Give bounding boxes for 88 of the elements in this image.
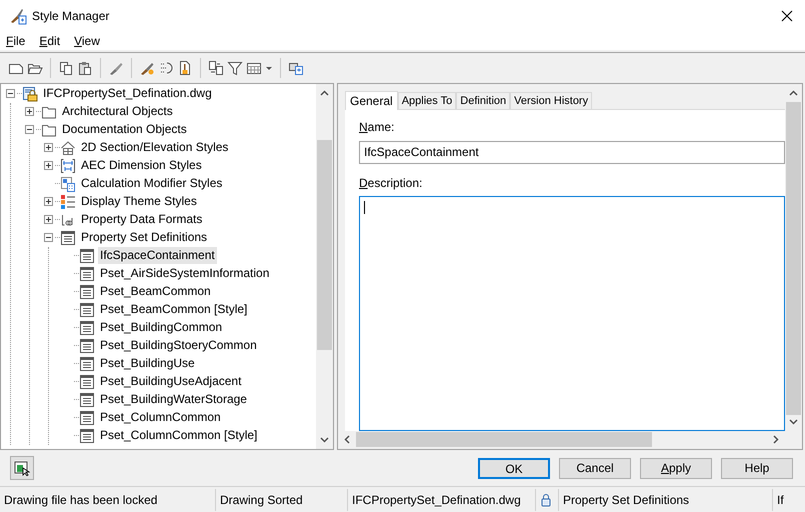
drawing-lock-icon [22,86,38,102]
tree-item[interactable]: Pset_BeamCommon [98,283,213,300]
description-field[interactable] [359,196,785,432]
close-icon[interactable] [781,10,793,22]
list-sheet-icon [79,428,95,444]
list-sheet-icon [79,374,95,390]
collapse-icon[interactable] [25,125,34,134]
dialog-button[interactable]: Help [721,458,793,479]
description-label: Description: [359,174,424,190]
list-sheet-icon [79,338,95,354]
paste-icon[interactable] [77,60,93,76]
name-label: Name: [359,118,396,134]
status-text: Property Set Definitions [563,492,690,509]
house-icon [60,140,76,156]
list-sheet-icon [60,230,76,246]
scroll-thumb[interactable] [786,102,801,416]
tree-item[interactable]: Calculation Modifier Styles [79,175,224,192]
calculator-sheet-icon [60,176,76,192]
expand-icon[interactable] [44,197,53,206]
tab[interactable]: General [345,90,398,110]
list-sheet-icon [79,266,95,282]
list-sheet-icon [79,284,95,300]
tree-item[interactable]: 2D Section/Elevation Styles [79,139,230,156]
list-sheet-icon [79,320,95,336]
expand-icon[interactable] [44,215,53,224]
list-sheet-icon [79,248,95,264]
scroll-down-icon[interactable] [789,419,798,426]
tab[interactable]: Applies To [398,92,456,109]
tree-item[interactable]: Display Theme Styles [79,193,199,210]
tree-item[interactable]: Property Data Formats [79,211,204,228]
expand-icon[interactable] [44,161,53,170]
tree-item[interactable]: Pset_BeamCommon [Style] [98,301,250,318]
scroll-down-icon[interactable] [320,437,329,444]
dialog-button[interactable]: Apply [640,458,712,479]
preview-button[interactable] [10,456,34,480]
color-list-icon [60,194,76,210]
tab[interactable]: Definition [456,92,510,109]
scroll-thumb[interactable] [317,140,332,350]
status-text: Drawing Sorted [220,492,303,509]
tree-item[interactable]: IfcSpaceContainment [98,247,217,264]
filter-icon[interactable] [227,60,243,76]
tree-item[interactable]: Pset_BuildingUse [98,355,197,372]
tree-item[interactable]: Pset_BuildingUseAdjacent [98,373,244,390]
menu-item[interactable]: View [74,32,100,50]
list-sheet-icon [79,392,95,408]
tree-item[interactable]: Pset_ColumnCommon [98,409,223,426]
tree-item[interactable]: Pset_ColumnCommon [Style] [98,427,260,444]
copy-icon[interactable] [58,60,74,76]
scroll-up-icon[interactable] [789,90,798,96]
dialog-button[interactable]: Cancel [559,458,631,479]
status-text: Drawing file has been locked [4,492,158,509]
scrollbar[interactable] [316,84,333,450]
name-field[interactable]: IfcSpaceContainment [359,140,785,164]
tree-item[interactable]: Documentation Objects [60,121,189,138]
app-icon [10,6,28,25]
scroll-left-icon[interactable] [344,435,350,444]
collapse-icon[interactable] [44,233,53,242]
list-sheet-icon [79,410,95,426]
tree-item[interactable]: Pset_BuildingStoeryCommon [98,337,259,354]
menu-item[interactable]: File [6,32,26,50]
expand-icon[interactable] [25,107,34,116]
expand-icon[interactable] [44,143,53,152]
scroll-thumb[interactable] [356,432,652,448]
document-brush-icon[interactable] [177,60,193,76]
compare-icon[interactable] [208,60,224,76]
tree-item[interactable]: AEC Dimension Styles [79,157,204,174]
scroll-right-icon[interactable] [773,435,779,444]
tree-item[interactable]: Pset_BuildingCommon [98,319,224,336]
scroll-up-icon[interactable] [320,90,329,96]
tree-item[interactable]: Pset_AirSideSystemInformation [98,265,272,282]
dialog-button[interactable]: OK [478,458,550,479]
tab[interactable]: Version History [510,92,592,109]
tree-item[interactable]: Pset_BuildingWaterStorage [98,391,249,408]
tree-item[interactable]: Architectural Objects [60,103,175,120]
list-sheet-icon [79,302,95,318]
list-sheet-icon [79,356,95,372]
tree-item[interactable]: IFCPropertySet_Defination.dwg [41,85,214,102]
status-text: IFCPropertySet_Defination.dwg [352,492,521,509]
dimension-icon [60,158,76,174]
collapse-icon[interactable] [6,89,15,98]
text-cursor [364,200,365,214]
window-pointer-icon [14,460,30,476]
lock-icon [540,492,552,507]
status-text: If [777,492,784,509]
window-title: Style Manager [32,8,110,25]
purge-icon[interactable] [158,60,174,76]
menu-item[interactable]: Edit [39,32,60,50]
tree-item[interactable]: Property Set Definitions [79,229,210,246]
